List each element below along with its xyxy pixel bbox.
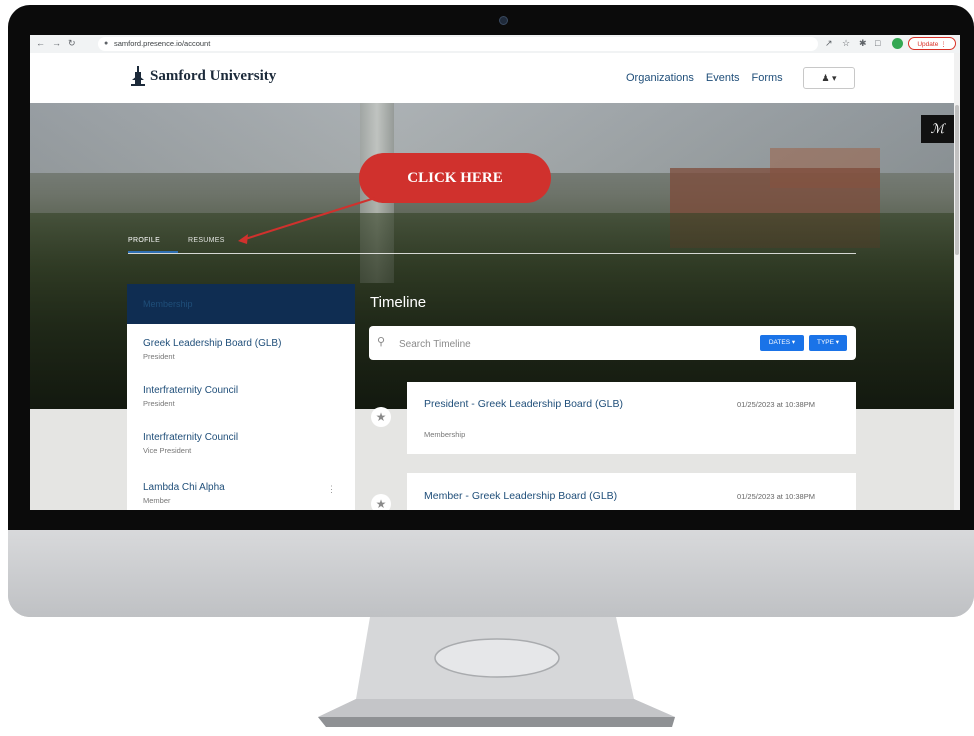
menu-dots-icon: ⋮ [940, 41, 947, 48]
address-bar[interactable]: ● samford.presence.io/account [98, 37, 818, 51]
user-icon: ♟ [821, 73, 830, 83]
list-item[interactable]: Interfraternity Council President [143, 385, 343, 408]
entry-title: President - Greek Leadership Board (GLB) [424, 398, 624, 410]
dates-filter-button[interactable]: DATES ▾ [760, 335, 804, 351]
membership-role: Member [143, 496, 171, 505]
membership-org: Greek Leadership Board (GLB) [143, 338, 282, 349]
entry-type: Membership [424, 430, 466, 439]
search-icon: ⚲ [377, 336, 386, 348]
share-icon[interactable]: ↗ [825, 38, 833, 49]
membership-org: Interfraternity Council [143, 432, 239, 443]
main-nav: Organizations Events Forms [626, 72, 783, 84]
lock-icon: ● [104, 40, 109, 47]
search-input[interactable] [397, 332, 741, 356]
entry-title: Member - Greek Leadership Board (GLB) [424, 490, 618, 502]
membership-role: President [143, 399, 175, 408]
scrollbar-thumb[interactable] [955, 105, 959, 255]
list-item[interactable]: Greek Leadership Board (GLB) President [143, 338, 343, 361]
nav-events[interactable]: Events [706, 72, 740, 84]
star-icon[interactable]: ☆ [842, 38, 850, 49]
chevron-down-icon: ▾ [832, 73, 837, 83]
membership-org: Lambda Chi Alpha [143, 482, 225, 493]
type-filter-button[interactable]: TYPE ▾ [809, 335, 847, 351]
user-menu-button[interactable]: ♟ ▾ [803, 67, 855, 89]
membership-org: Interfraternity Council [143, 385, 239, 396]
monitor-chin [8, 530, 974, 617]
membership-role: President [143, 352, 175, 361]
sidebar-icon[interactable]: □ [875, 38, 880, 48]
browser-toolbar: ← → ↻ ● samford.presence.io/account ↗ ☆ … [30, 35, 960, 54]
logo-text: Samford University [150, 67, 277, 84]
screen: ← → ↻ ● samford.presence.io/account ↗ ☆ … [30, 35, 960, 510]
university-logo[interactable]: Samford University [130, 66, 276, 86]
list-item[interactable]: Lambda Chi Alpha Member [143, 482, 343, 505]
entry-date: 01/25/2023 at 10:38PM [737, 400, 815, 409]
nav-forms[interactable]: Forms [752, 72, 783, 84]
membership-sidebar: Membership Greek Leadership Board (GLB) … [127, 284, 355, 510]
site-header: Samford University Organizations Events … [30, 53, 960, 103]
kebab-icon[interactable]: ⋮ [327, 484, 336, 495]
membership-role: Vice President [143, 446, 192, 455]
update-label: Update [917, 41, 939, 48]
list-item[interactable]: Interfraternity Council Vice President [143, 432, 343, 455]
puzzle-icon[interactable]: ✱ [859, 38, 867, 49]
timeline-entry[interactable]: President - Greek Leadership Board (GLB)… [407, 382, 856, 454]
reload-icon[interactable]: ↻ [68, 38, 76, 49]
url-text: samford.presence.io/account [114, 39, 211, 48]
timeline-star-icon[interactable]: ★ [371, 407, 391, 427]
back-icon[interactable]: ← [36, 38, 45, 48]
monitor-stand [318, 617, 675, 727]
update-button[interactable]: Update ⋮ [908, 37, 956, 50]
sidebar-heading: Membership [127, 284, 355, 324]
timeline-search-bar: ⚲ DATES ▾ TYPE ▾ [369, 326, 856, 360]
logo-tower-icon [131, 66, 145, 86]
timeline-title: Timeline [370, 294, 427, 311]
nav-organizations[interactable]: Organizations [626, 72, 694, 84]
entry-date: 01/25/2023 at 10:38PM [737, 492, 815, 501]
forward-icon[interactable]: → [52, 38, 61, 48]
webcam-icon [499, 16, 508, 25]
timeline-entry[interactable]: Member - Greek Leadership Board (GLB) 01… [407, 473, 856, 510]
profile-dot-icon[interactable] [892, 38, 903, 49]
timeline-star-icon[interactable]: ★ [371, 494, 391, 510]
